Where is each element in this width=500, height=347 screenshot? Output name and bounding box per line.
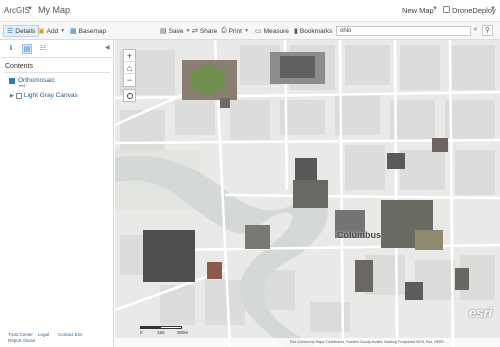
chevron-down-icon[interactable]: ▼ (27, 6, 33, 12)
scale-label: 300m (177, 330, 189, 335)
info-icon[interactable]: ℹ (6, 44, 16, 54)
layer-label[interactable]: Orthomosaic (18, 77, 55, 84)
city-label: Columbus (337, 230, 381, 240)
layer-label[interactable]: Light Gray Canvas (24, 92, 78, 99)
plus-folder-icon: ▣ (38, 28, 45, 35)
chevron-down-icon: ▼ (60, 28, 66, 34)
attribution[interactable]: Esri Community Maps Contributors, Frankl… (115, 338, 500, 347)
print-icon: ⎙ (221, 27, 227, 34)
sidebar-tabs: ℹ ▤ ☷ ◀ (0, 40, 114, 58)
scale-label: 150 (157, 330, 165, 335)
footer-link-report[interactable]: Report Abuse (8, 338, 35, 343)
basemap-canvas[interactable] (115, 40, 500, 347)
print-label: Print (228, 27, 242, 35)
add-button[interactable]: ▣ Add ▼ (38, 25, 65, 37)
bookmarks-label: Bookmarks (299, 27, 333, 35)
grid-icon: ▦ (70, 28, 77, 35)
zoom-out-button[interactable]: − (124, 74, 135, 86)
sidebar: ℹ ▤ ☷ ◀ Contents Orthomosaic ••• ▶ Light… (0, 40, 114, 347)
footer-link-legal[interactable]: Legal (38, 332, 49, 337)
checkbox-icon[interactable] (15, 92, 22, 99)
chevron-down-icon[interactable]: ▼ (432, 6, 438, 12)
contents-heading: Contents (5, 63, 34, 70)
bookmarks-button[interactable]: ▮ Bookmarks (294, 25, 332, 37)
checkbox-checked-icon[interactable] (9, 77, 15, 84)
more-options-icon[interactable]: ••• (19, 84, 25, 90)
layer-item-orthomosaic[interactable]: Orthomosaic (9, 77, 55, 84)
close-icon[interactable]: ✕ (473, 26, 478, 33)
esri-logo: esri (469, 305, 493, 320)
basemap-button[interactable]: ▦ Basemap (70, 25, 106, 37)
zoom-in-button[interactable]: + (124, 50, 135, 62)
measure-button[interactable]: ▭ Measure (255, 25, 289, 37)
divider (4, 72, 110, 73)
share-icon: ⇄ (192, 28, 198, 35)
map-view[interactable]: + ⌂ − Columbus 0 150 300m esri Esri Comm… (115, 40, 500, 347)
share-label: Share (199, 27, 218, 35)
chevron-down-icon[interactable]: ▼ (490, 6, 496, 12)
save-label: Save (168, 27, 184, 35)
add-label: Add (46, 27, 59, 35)
map-toolbar: ☰ Details ▣ Add ▼ ▦ Basemap ▤ Save ▼ ⇄ S… (0, 22, 500, 40)
list-icon: ☰ (7, 28, 14, 35)
footer-link-contact[interactable]: Contact Esri (58, 332, 83, 337)
search-icon[interactable]: ⚲ (482, 25, 493, 36)
locate-button[interactable] (123, 89, 136, 102)
basemap-label: Basemap (78, 27, 107, 35)
ruler-icon: ▭ (255, 28, 262, 35)
map-title: My Map (38, 5, 71, 15)
share-button[interactable]: ⇄ Share (192, 25, 217, 37)
search-input[interactable]: ohio (336, 26, 471, 36)
expand-icon[interactable]: ▶ (10, 93, 14, 99)
chevron-down-icon: ▼ (243, 28, 249, 34)
home-icon[interactable]: ⌂ (124, 62, 135, 74)
bookmark-icon: ▮ (294, 28, 298, 35)
locate-icon (127, 93, 133, 99)
details-label: Details (15, 27, 36, 35)
layer-item-basemap[interactable]: ▶ Light Gray Canvas (10, 92, 78, 99)
content-tab-icon[interactable]: ▤ (22, 44, 32, 54)
details-button[interactable]: ☰ Details (3, 25, 40, 37)
new-map-button[interactable]: New Map (402, 6, 434, 15)
app-header: ArcGIS ▼ My Map New Map ▼ DroneDeploy ▼ (0, 0, 500, 22)
scale-bar-graphic (140, 326, 182, 329)
print-button[interactable]: ⎙ Print ▼ (221, 25, 249, 37)
save-button[interactable]: ▤ Save ▼ (160, 25, 190, 37)
zoom-controls: + ⌂ − (123, 49, 136, 87)
arcgis-brand[interactable]: ArcGIS (4, 6, 30, 15)
legend-icon[interactable]: ☷ (38, 44, 48, 54)
scale-label: 0 (140, 330, 143, 335)
measure-label: Measure (263, 27, 289, 35)
collapse-icon[interactable]: ◀ (105, 44, 110, 51)
chevron-down-icon: ▼ (185, 28, 191, 34)
user-icon (443, 6, 450, 13)
save-icon: ▤ (160, 28, 167, 35)
footer-link-trust[interactable]: Trust Center (8, 332, 33, 337)
